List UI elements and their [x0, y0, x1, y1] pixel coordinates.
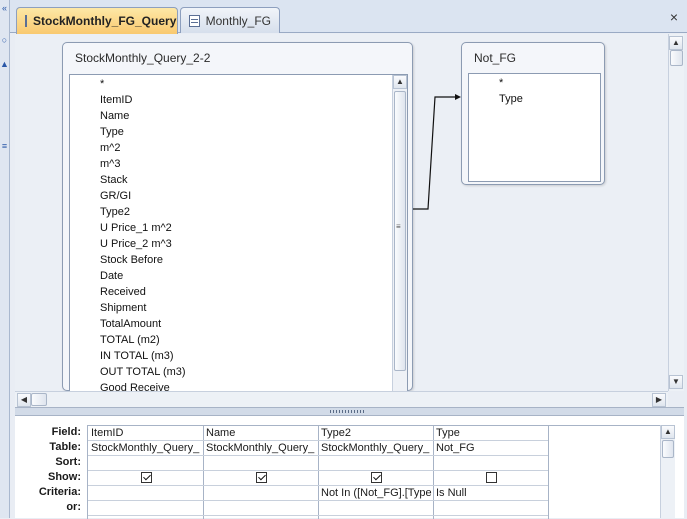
grid-row-label: Field:	[51, 426, 81, 438]
grid-cell-table[interactable]: StockMonthly_Query_	[318, 441, 433, 456]
query-design-pane[interactable]: StockMonthly_Query_2-2 * ItemID Name Type m^…	[15, 34, 668, 394]
splitter-grip-icon	[330, 410, 366, 413]
join-line[interactable]	[15, 34, 668, 391]
grid-column: ItemID StockMonthly_Query_	[88, 426, 204, 519]
grid-cell-sort[interactable]	[203, 456, 318, 471]
nav-grip-icon[interactable]: ≡	[0, 140, 9, 152]
nav-pane-toggle-icon[interactable]: «	[0, 2, 9, 14]
grid-column: Name StockMonthly_Query_	[203, 426, 319, 519]
show-checkbox[interactable]	[256, 472, 267, 483]
query-design-grid[interactable]: Field: Table: Sort: Show: Criteria: or: …	[15, 416, 684, 519]
grid-cell-table[interactable]: StockMonthly_Query_	[88, 441, 203, 456]
grid-row-label: or:	[66, 501, 81, 513]
grid-row-label: Table:	[49, 441, 81, 453]
grid-cell-field[interactable]: ItemID	[88, 426, 203, 441]
design-pane-vertical-scrollbar[interactable]: ▲ ▼	[668, 34, 684, 391]
tab-label: Monthly_FG	[205, 13, 271, 28]
grid-cell-show[interactable]	[433, 471, 548, 486]
grid-cell-field[interactable]: Name	[203, 426, 318, 441]
grid-cell-criteria[interactable]: Not In ([Not_FG].[Type	[318, 486, 433, 501]
document-tab-bar: StockMonthly_FG_Query Monthly_FG ×	[10, 0, 687, 34]
grid-row-label: Show:	[48, 471, 81, 483]
grid-column: Type2 StockMonthly_Query_ Not In ([Not_FG]…	[318, 426, 434, 519]
grid-cell-criteria[interactable]: Is Null	[433, 486, 548, 501]
design-pane-horizontal-scrollbar[interactable]: ◀ ▶	[15, 391, 668, 407]
scroll-right-icon[interactable]: ▶	[652, 393, 666, 407]
show-checkbox[interactable]	[486, 472, 497, 483]
scroll-thumb[interactable]	[670, 50, 683, 66]
grid-cell-criteria[interactable]	[88, 486, 203, 501]
scroll-up-icon[interactable]: ▲	[669, 36, 683, 50]
scroll-down-icon[interactable]: ▼	[669, 375, 683, 389]
query-icon	[25, 15, 27, 27]
grid-column: Type Not_FG Is Null	[433, 426, 549, 519]
grid-cell-table[interactable]: StockMonthly_Query_	[203, 441, 318, 456]
tab-stockmonthly-fg-query[interactable]: StockMonthly_FG_Query	[16, 7, 178, 34]
grid-cell-or[interactable]	[203, 501, 318, 516]
scroll-thumb[interactable]	[662, 440, 674, 458]
grid-cell-table[interactable]: Not_FG	[433, 441, 548, 456]
scroll-up-icon[interactable]: ▲	[661, 425, 675, 439]
grid-cell-sort[interactable]	[88, 456, 203, 471]
grid-cell-show[interactable]	[318, 471, 433, 486]
pane-splitter[interactable]	[15, 407, 684, 416]
grid-row-label: Criteria:	[38, 486, 81, 498]
grid-cell-or[interactable]	[88, 501, 203, 516]
tab-label: StockMonthly_FG_Query	[33, 14, 177, 28]
show-checkbox[interactable]	[141, 472, 152, 483]
grid-cell-sort[interactable]	[318, 456, 433, 471]
grid-cell-sort[interactable]	[433, 456, 548, 471]
table-icon	[189, 14, 200, 27]
grid-row-label: Sort:	[55, 456, 81, 468]
scroll-left-icon[interactable]: ◀	[17, 393, 31, 407]
grid-cell-criteria[interactable]	[203, 486, 318, 501]
close-icon[interactable]: ×	[667, 10, 681, 24]
grid-cell-field[interactable]: Type2	[318, 426, 433, 441]
grid-cell-show[interactable]	[88, 471, 203, 486]
nav-refresh-icon[interactable]: ○	[0, 34, 9, 46]
scroll-thumb[interactable]	[31, 393, 47, 406]
grid-cell-field[interactable]: Type	[433, 426, 548, 441]
grid-cell-or[interactable]	[433, 501, 548, 516]
grid-cell-or[interactable]	[318, 501, 433, 516]
tab-monthly-fg[interactable]: Monthly_FG	[180, 7, 280, 33]
show-checkbox[interactable]	[371, 472, 382, 483]
grid-row-labels: Field: Table: Sort: Show: Criteria: or:	[15, 425, 87, 515]
nav-scroll-up-icon[interactable]: ▲	[0, 58, 9, 70]
grid-vertical-scrollbar[interactable]: ▲	[660, 425, 675, 518]
grid-columns: ItemID StockMonthly_Query_ Name StockMonthl…	[87, 425, 660, 519]
grid-cell-show[interactable]	[203, 471, 318, 486]
navigation-pane-strip[interactable]: « ○ ▲ ≡	[0, 0, 10, 518]
